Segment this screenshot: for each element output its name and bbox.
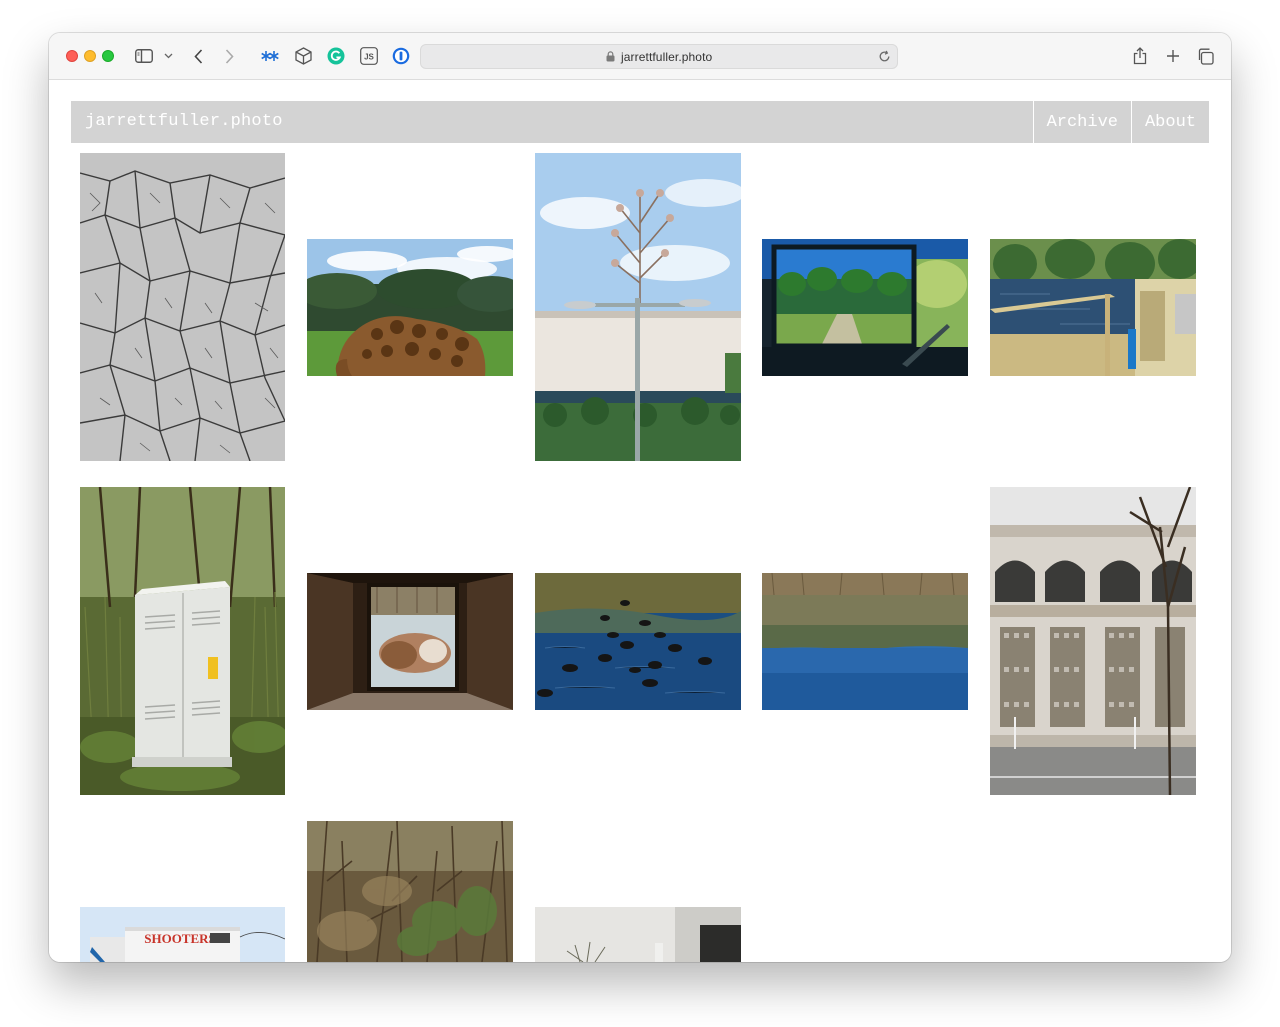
sidebar-icon[interactable] — [134, 45, 154, 67]
photo-lake-reflection[interactable] — [762, 573, 968, 710]
chevron-left-icon[interactable] — [190, 45, 206, 67]
photo-animal-doorway[interactable] — [307, 573, 513, 710]
photo-ducks-water[interactable] — [535, 573, 741, 710]
plus-icon[interactable] — [1163, 45, 1183, 67]
photo-arched-building[interactable] — [990, 487, 1196, 795]
photo-woods-branches[interactable] — [307, 821, 513, 962]
minimize-window-button[interactable] — [84, 50, 96, 62]
photo-window-palms[interactable] — [762, 239, 968, 376]
reload-icon[interactable] — [878, 50, 891, 63]
chevron-down-icon[interactable] — [162, 45, 174, 67]
chevron-right-icon[interactable] — [221, 45, 237, 67]
site-header: jarrettfuller.photo Archive About — [71, 101, 1209, 143]
browser-window: JS jarrettfuller.photo jarrettfuller.pho… — [49, 33, 1231, 962]
url-text: jarrettfuller.photo — [621, 50, 713, 64]
zoom-window-button[interactable] — [102, 50, 114, 62]
tab-overview-icon[interactable] — [1195, 45, 1215, 67]
photo-river-railing[interactable] — [990, 239, 1196, 376]
browser-toolbar: JS jarrettfuller.photo — [49, 33, 1231, 80]
photo-lamppost-wall[interactable] — [535, 153, 741, 461]
grammarly-icon[interactable] — [326, 45, 346, 67]
nav-item-about[interactable]: About — [1130, 101, 1209, 143]
photo-white-wall-plant[interactable] — [535, 907, 741, 962]
page-content: jarrettfuller.photo Archive About SHOOTE… — [49, 80, 1231, 962]
close-window-button[interactable] — [66, 50, 78, 62]
photo-cracked-earth[interactable] — [80, 153, 285, 461]
photo-shooters-sign[interactable]: SHOOTERS — [80, 907, 285, 962]
nav-item-archive[interactable]: Archive — [1032, 101, 1131, 143]
address-bar[interactable]: jarrettfuller.photo — [420, 44, 898, 69]
photo-utility-box[interactable] — [80, 487, 285, 795]
photo-giraffe[interactable] — [307, 239, 513, 376]
javascript-extension-icon[interactable]: JS — [358, 45, 380, 67]
password-manager-icon[interactable] — [391, 45, 411, 67]
extension-asterisk-icon[interactable] — [260, 45, 280, 67]
js-extension-label: JS — [364, 52, 374, 61]
shooters-sign-text: SHOOTERS — [144, 931, 216, 946]
lock-icon — [606, 51, 615, 62]
cube-icon[interactable] — [293, 45, 313, 67]
site-nav: Archive About — [1032, 101, 1209, 143]
site-title[interactable]: jarrettfuller.photo — [85, 112, 283, 131]
share-icon[interactable] — [1130, 45, 1150, 67]
